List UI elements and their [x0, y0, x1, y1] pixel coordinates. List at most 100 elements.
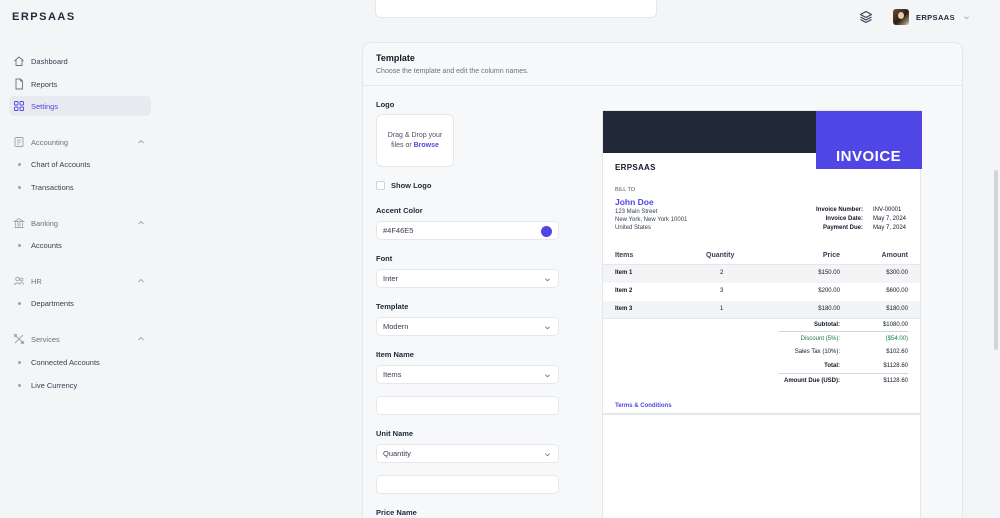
- layers-icon[interactable]: [859, 10, 873, 24]
- chevron-up-icon[interactable]: [137, 335, 145, 343]
- terms-and-conditions-link[interactable]: Terms & Conditions: [615, 403, 672, 409]
- sidebar-item-departments[interactable]: Departments: [9, 294, 151, 312]
- logo-dropzone[interactable]: Drag & Drop your files or Browse: [376, 114, 454, 167]
- card-subtitle: Choose the template and edit the column …: [376, 68, 529, 75]
- invoice-preview: INVOICE ERPSAAS BILL TO John Doe 123 Mai…: [602, 110, 922, 518]
- table-row: Item 3 1 $180.00 $180.00: [603, 301, 920, 319]
- dropzone-text-line2: files or Browse: [377, 141, 453, 151]
- app-logo[interactable]: ERPSAAS: [12, 11, 76, 23]
- address-line: New York, New York 10001: [615, 217, 688, 223]
- item-name-custom-input[interactable]: [376, 396, 559, 415]
- home-icon: [13, 55, 25, 67]
- total-value: $1128.60: [883, 363, 908, 369]
- sidebar-item-settings[interactable]: Settings: [9, 96, 151, 116]
- sidebar-item-label: Dashboard: [31, 56, 68, 66]
- card-title: Template: [376, 53, 415, 63]
- column-header-items: Items: [615, 252, 634, 259]
- chevron-down-icon: [544, 324, 551, 331]
- user-name[interactable]: ERPSAAS: [916, 13, 955, 22]
- page-scrollbar[interactable]: [994, 170, 998, 350]
- grid-icon: [13, 100, 25, 112]
- column-header-quantity: Quantity: [706, 252, 735, 259]
- sidebar-item-transactions[interactable]: Transactions: [9, 178, 151, 196]
- avatar[interactable]: [892, 9, 909, 25]
- chevron-down-icon[interactable]: [963, 14, 970, 21]
- sidebar-group-services[interactable]: Services: [9, 329, 151, 349]
- invoice-date-label: Invoice Date:: [825, 216, 863, 222]
- chevron-down-icon: [544, 276, 551, 283]
- sidebar-item-label: Live Currency: [31, 380, 78, 390]
- sidebar-group-accounting[interactable]: Accounting: [9, 132, 151, 152]
- template-label: Template: [376, 302, 409, 311]
- font-label: Font: [376, 254, 393, 263]
- discount-label: Discount (5%):: [800, 336, 840, 342]
- template-select[interactable]: Modern: [376, 317, 559, 336]
- accent-color-value: #4F46E5: [383, 226, 414, 235]
- sidebar-item-live-currency[interactable]: Live Currency: [9, 376, 151, 394]
- sidebar-item-label: Transactions: [31, 182, 74, 192]
- bullet-icon: [18, 244, 21, 247]
- chevron-up-icon[interactable]: [137, 219, 145, 227]
- puzzle-icon: [13, 333, 25, 345]
- accent-color-label: Accent Color: [376, 206, 423, 215]
- unit-name-select[interactable]: Quantity: [376, 444, 559, 463]
- sidebar-item-label: Connected Accounts: [31, 357, 100, 367]
- total-label: Total:: [824, 363, 840, 369]
- row-price: $150.00: [818, 270, 840, 276]
- bullet-icon: [18, 361, 21, 364]
- invoice-company-name: ERPSAAS: [615, 163, 656, 172]
- unit-name-custom-input[interactable]: [376, 475, 559, 494]
- divider: [603, 318, 920, 319]
- item-name-select[interactable]: Items: [376, 365, 559, 384]
- item-name-label: Item Name: [376, 350, 414, 359]
- font-select-value: Inter: [383, 274, 399, 283]
- show-logo-checkbox[interactable]: [376, 181, 385, 190]
- discount-value: ($54.00): [885, 336, 908, 342]
- row-item: Item 1: [615, 270, 633, 276]
- sidebar-group-label: Banking: [31, 218, 59, 228]
- font-select[interactable]: Inter: [376, 269, 559, 288]
- item-name-select-value: Items: [383, 370, 402, 379]
- document-icon: [13, 78, 25, 90]
- show-logo-row[interactable]: Show Logo: [376, 181, 431, 190]
- chevron-up-icon[interactable]: [137, 277, 145, 285]
- invoice-number-label: Invoice Number:: [815, 207, 863, 213]
- sidebar-item-accounts[interactable]: Accounts: [9, 236, 151, 254]
- divider: [603, 413, 920, 415]
- sidebar-group-banking[interactable]: Banking: [9, 213, 151, 233]
- chevron-up-icon[interactable]: [137, 138, 145, 146]
- sidebar-item-reports[interactable]: Reports: [9, 74, 151, 94]
- sidebar-item-label: Reports: [31, 79, 58, 89]
- payment-due-value: May 7, 2024: [873, 225, 907, 231]
- payment-due-label: Payment Due:: [822, 225, 863, 231]
- invoice-number-value: INV-00001: [873, 207, 902, 213]
- template-select-value: Modern: [383, 322, 409, 331]
- divider: [779, 373, 908, 374]
- sidebar-item-connected-accounts[interactable]: Connected Accounts: [9, 353, 151, 371]
- sidebar-group-hr[interactable]: HR: [9, 271, 151, 291]
- table-row: Item 1 2 $150.00 $300.00: [603, 265, 920, 283]
- amount-due-label: Amount Due (USD):: [784, 378, 840, 384]
- row-amount: $180.00: [886, 306, 908, 312]
- sidebar-group-label: Services: [31, 334, 60, 344]
- sidebar-item-chart-of-accounts[interactable]: Chart of Accounts: [9, 155, 151, 173]
- sidebar-item-label: Accounts: [31, 240, 62, 250]
- price-name-label: Price Name: [376, 508, 417, 517]
- sidebar-item-label: Departments: [31, 298, 74, 308]
- row-amount: $600.00: [886, 288, 908, 294]
- unit-name-select-value: Quantity: [383, 449, 411, 458]
- browse-link[interactable]: Browse: [414, 142, 439, 149]
- table-row: Item 2 3 $200.00 $600.00: [603, 283, 920, 301]
- subtotal-label: Subtotal:: [814, 322, 840, 328]
- row-qty: 1: [720, 306, 724, 312]
- sidebar-item-dashboard[interactable]: Dashboard: [9, 51, 151, 71]
- dropzone-text: Drag & Drop your: [387, 132, 443, 139]
- customer-name: John Doe: [615, 197, 654, 207]
- dropzone-text-prefix: files or: [391, 142, 414, 149]
- bank-icon: [13, 217, 25, 229]
- color-swatch[interactable]: [541, 226, 552, 237]
- row-amount: $300.00: [886, 270, 908, 276]
- ledger-icon: [13, 136, 25, 148]
- accent-color-input[interactable]: #4F46E5: [376, 221, 559, 240]
- template-settings-card: Template Choose the template and edit th…: [362, 42, 963, 518]
